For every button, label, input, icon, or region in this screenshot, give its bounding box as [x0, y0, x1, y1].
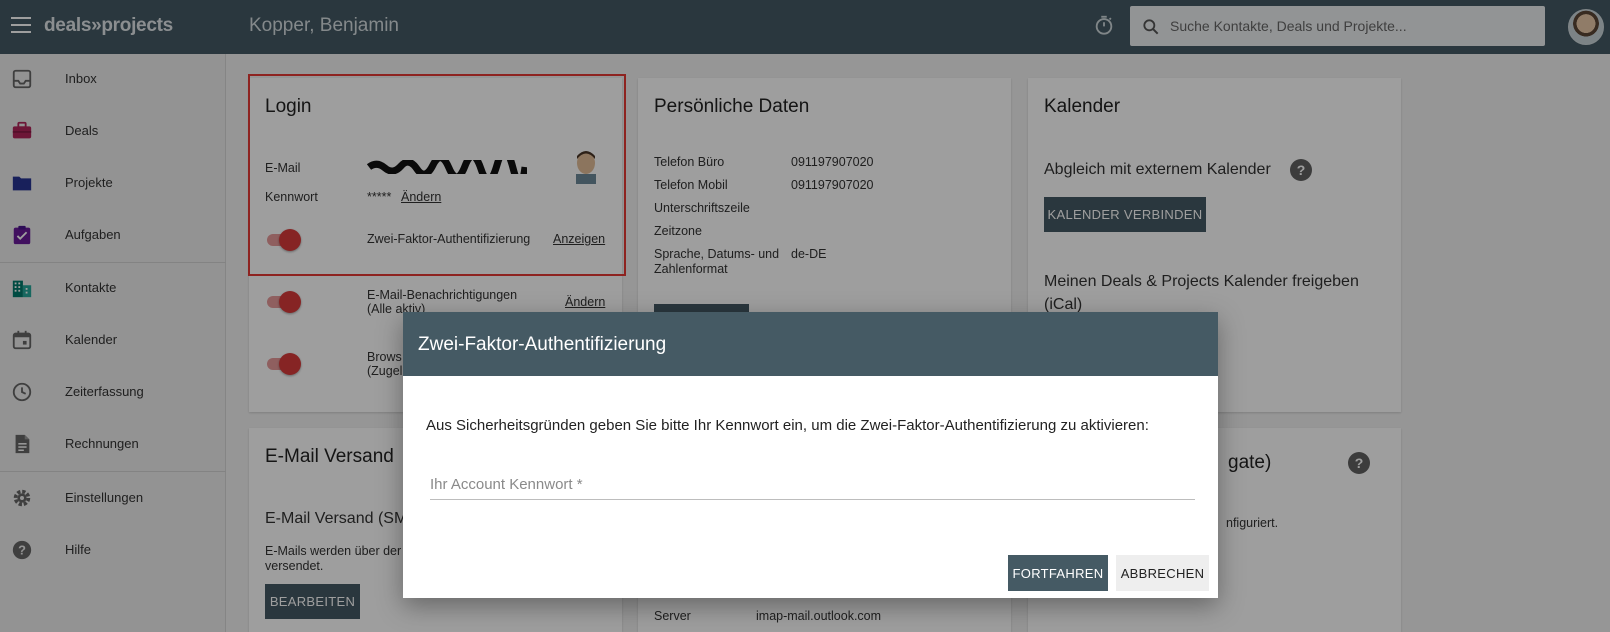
dialog-message: Aus Sicherheitsgründen geben Sie bitte I… [426, 417, 1149, 434]
dialog-title: Zwei-Faktor-Authentifizierung [418, 334, 667, 355]
continue-button[interactable]: FORTFAHREN [1008, 555, 1108, 591]
dialog-header: Zwei-Faktor-Authentifizierung [403, 312, 1218, 376]
twofa-dialog: Zwei-Faktor-Authentifizierung Aus Sicher… [403, 312, 1218, 598]
password-field[interactable] [430, 470, 1195, 500]
cancel-button[interactable]: ABBRECHEN [1116, 555, 1209, 591]
